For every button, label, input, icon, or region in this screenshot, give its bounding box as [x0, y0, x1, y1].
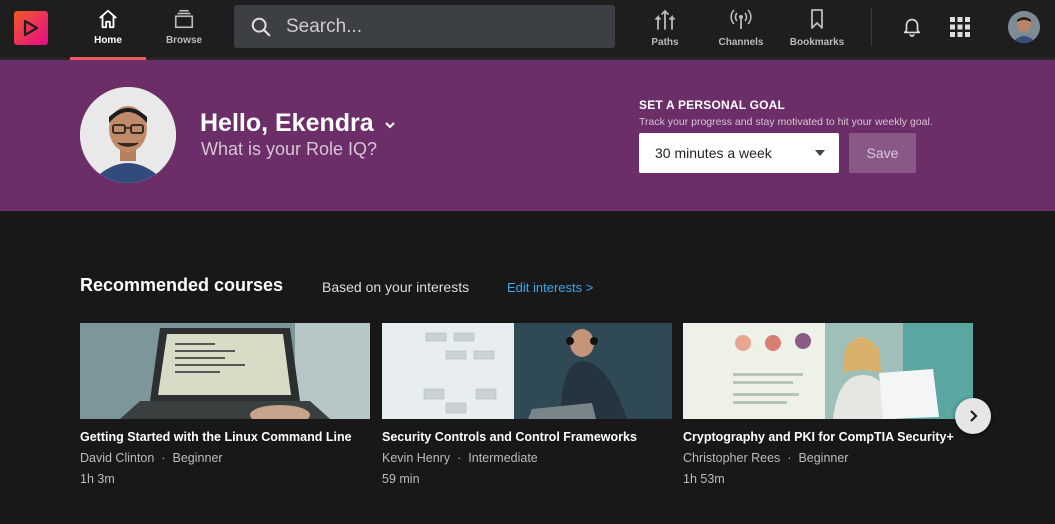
greeting-dropdown[interactable]: Hello, Ekendra — [200, 109, 396, 138]
pluralsight-logo[interactable] — [14, 11, 48, 45]
course-meta: Kevin Henry · Intermediate — [382, 451, 672, 465]
course-card[interactable]: Getting Started with the Linux Command L… — [80, 323, 370, 486]
course-thumbnail — [80, 323, 370, 419]
course-level: Beginner — [172, 451, 223, 465]
browse-icon — [174, 9, 194, 29]
greeting-text: Hello, Ekendra — [200, 109, 374, 137]
search-icon — [251, 17, 271, 36]
user-photo-icon — [80, 87, 176, 183]
tab-browse-label: Browse — [165, 35, 203, 46]
course-card[interactable]: Cryptography and PKI for CompTIA Securit… — [683, 323, 973, 486]
course-title: Cryptography and PKI for CompTIA Securit… — [683, 430, 954, 444]
chevron-down-icon — [384, 121, 395, 128]
tab-browse[interactable]: Browse — [146, 0, 222, 58]
tab-bookmarks-label: Bookmarks — [789, 37, 845, 48]
edit-interests-link[interactable]: Edit interests > — [507, 280, 593, 295]
course-card[interactable]: Security Controls and Control Frameworks… — [382, 323, 672, 486]
bell-icon — [903, 18, 921, 37]
search-input[interactable] — [284, 14, 588, 39]
apps-grid-icon — [950, 17, 970, 37]
goal-subtitle: Track your progress and stay motivated t… — [639, 116, 933, 128]
goal-select-value: 30 minutes a week — [655, 145, 772, 161]
top-nav: Home Browse Paths Channels — [0, 0, 1055, 60]
course-duration: 1h 3m — [80, 472, 115, 486]
course-title: Getting Started with the Linux Command L… — [80, 430, 352, 444]
profile-banner: Hello, Ekendra What is your Role IQ? SET… — [0, 60, 1055, 211]
recommended-subtitle: Based on your interests — [322, 279, 470, 295]
paths-icon — [655, 9, 675, 30]
meta-separator: · — [161, 451, 166, 465]
save-button[interactable]: Save — [849, 133, 916, 173]
goal-select[interactable]: 30 minutes a week — [639, 133, 839, 173]
course-author[interactable]: Kevin Henry — [382, 451, 450, 465]
course-thumbnail — [382, 323, 672, 419]
course-author[interactable]: David Clinton — [80, 451, 154, 465]
role-iq-link[interactable]: What is your Role IQ? — [201, 139, 377, 160]
person-laptop-thumbnail-image — [382, 323, 672, 419]
course-meta: David Clinton · Beginner — [80, 451, 370, 465]
course-title: Security Controls and Control Frameworks — [382, 430, 637, 444]
tab-paths-label: Paths — [651, 37, 679, 48]
tab-channels[interactable]: Channels — [713, 0, 769, 58]
apps-button[interactable] — [949, 16, 971, 43]
carousel-next-button[interactable] — [955, 398, 991, 434]
course-level: Beginner — [798, 451, 849, 465]
meta-separator: · — [787, 451, 792, 465]
user-avatar-small[interactable] — [1008, 11, 1040, 43]
goal-title: SET A PERSONAL GOAL — [639, 98, 786, 112]
course-duration: 1h 53m — [683, 472, 725, 486]
tab-home[interactable]: Home — [70, 0, 146, 60]
recommended-title: Recommended courses — [80, 275, 284, 295]
tab-channels-label: Channels — [718, 37, 764, 48]
search-bar[interactable] — [234, 5, 615, 48]
tab-bookmarks[interactable]: Bookmarks — [786, 0, 848, 58]
course-level: Intermediate — [468, 451, 538, 465]
course-meta: Christopher Rees · Beginner — [683, 451, 973, 465]
meta-separator: · — [457, 451, 462, 465]
chevron-right-icon — [970, 410, 978, 422]
bookmark-icon — [811, 9, 823, 29]
tab-paths[interactable]: Paths — [642, 0, 688, 58]
home-icon — [99, 9, 117, 29]
play-logo-icon — [23, 19, 39, 37]
course-duration: 59 min — [382, 472, 420, 486]
channels-icon — [730, 9, 752, 29]
caret-down-icon — [815, 150, 825, 156]
woman-laptop-thumbnail-image — [683, 323, 973, 419]
notifications-button[interactable] — [901, 14, 923, 43]
user-photo-icon — [1008, 11, 1040, 43]
course-thumbnail — [683, 323, 973, 419]
nav-divider — [871, 8, 872, 46]
user-avatar-large[interactable] — [80, 87, 176, 183]
tab-home-label: Home — [94, 35, 122, 46]
laptop-thumbnail-image — [80, 323, 370, 419]
course-author[interactable]: Christopher Rees — [683, 451, 780, 465]
